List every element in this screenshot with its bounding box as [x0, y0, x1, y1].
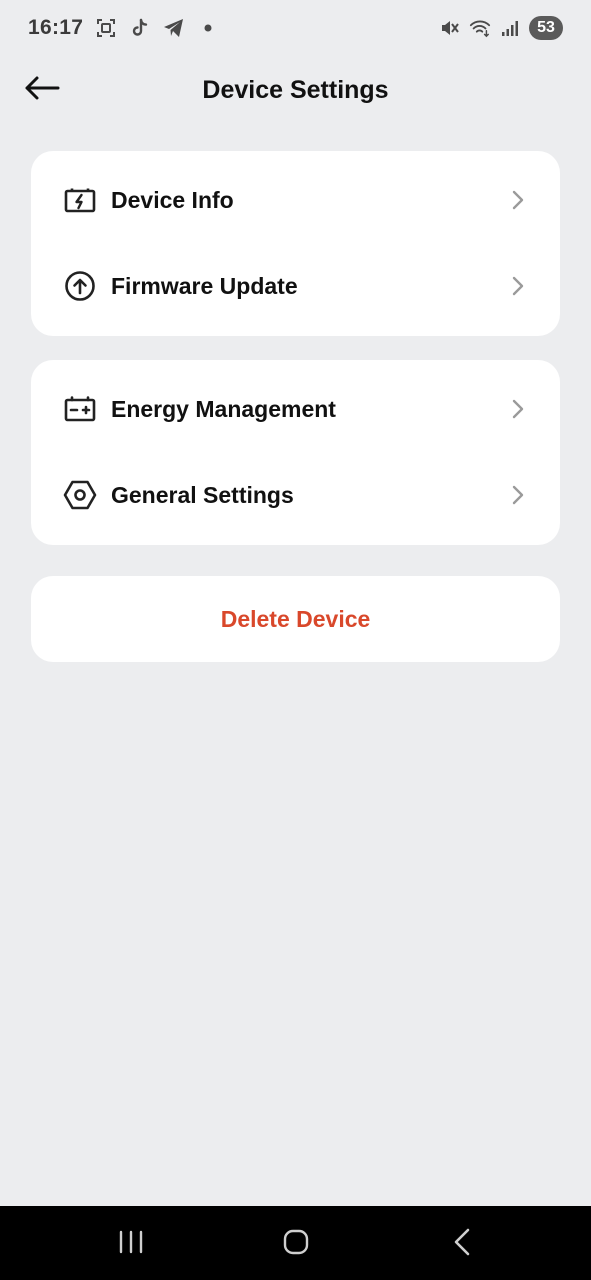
hex-settings-icon — [63, 478, 97, 512]
mute-icon — [439, 17, 461, 39]
status-bar: 16:17 53 — [0, 0, 591, 56]
delete-device-button[interactable]: Delete Device — [31, 576, 560, 662]
menu-item-label: Firmware Update — [111, 272, 298, 299]
menu-item-label: General Settings — [111, 481, 294, 508]
telegram-icon — [163, 17, 185, 39]
notification-dot-icon — [197, 17, 219, 39]
battery-plus-minus-icon — [63, 392, 97, 426]
battery-indicator: 53 — [529, 16, 563, 40]
arrow-left-icon — [24, 75, 60, 106]
chevron-right-icon — [510, 189, 526, 211]
chevron-right-icon — [510, 484, 526, 506]
back-button[interactable] — [22, 72, 62, 108]
screenshot-icon — [95, 17, 117, 39]
chevron-right-icon — [510, 398, 526, 420]
wifi-icon — [469, 17, 491, 39]
system-back-button[interactable] — [432, 1224, 492, 1264]
battery-charging-icon — [63, 183, 97, 217]
menu-item-energy-management[interactable]: Energy Management — [31, 366, 560, 452]
status-right: 53 — [439, 16, 563, 40]
delete-device-label: Delete Device — [220, 605, 371, 632]
home-icon — [282, 1228, 310, 1261]
tiktok-icon — [129, 17, 151, 39]
settings-group-2: Energy Management General Settings — [31, 360, 560, 545]
menu-item-firmware-update[interactable]: Firmware Update — [31, 243, 560, 329]
upload-circle-icon — [63, 269, 97, 303]
chevron-right-icon — [510, 275, 526, 297]
page-title: Device Settings — [202, 75, 389, 104]
back-icon — [453, 1228, 471, 1261]
signal-icon — [499, 17, 521, 39]
status-left: 16:17 — [28, 16, 219, 40]
header: Device Settings — [0, 60, 591, 120]
recents-icon — [118, 1230, 144, 1259]
settings-group-1: Device Info Firmware Update — [31, 151, 560, 336]
system-nav-bar — [0, 1206, 591, 1280]
menu-item-label: Energy Management — [111, 395, 336, 422]
menu-item-label: Device Info — [111, 186, 234, 213]
status-time: 16:17 — [28, 16, 84, 39]
menu-item-general-settings[interactable]: General Settings — [31, 452, 560, 538]
home-button[interactable] — [266, 1224, 326, 1264]
menu-item-device-info[interactable]: Device Info — [31, 157, 560, 243]
recents-button[interactable] — [101, 1224, 161, 1264]
